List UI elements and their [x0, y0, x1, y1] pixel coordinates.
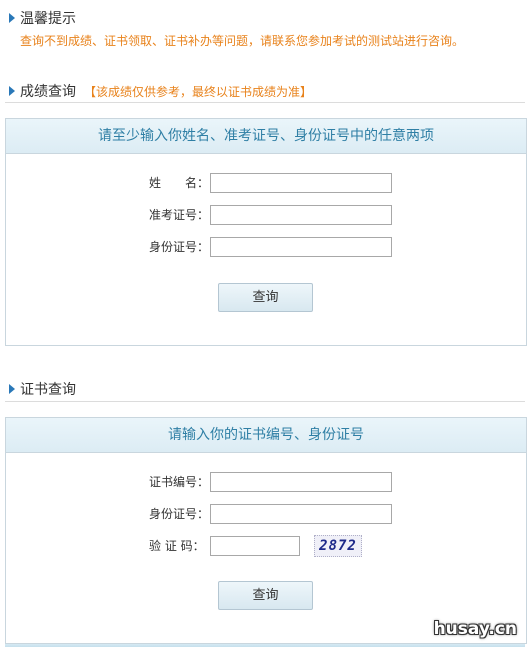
- name-row: 姓 名：: [6, 172, 526, 194]
- triangle-icon: [9, 384, 15, 394]
- name-input[interactable]: [210, 173, 392, 193]
- cert-panel-title: 请输入你的证书编号、身份证号: [6, 418, 526, 453]
- cert-id-label: 身份证号：: [149, 507, 210, 521]
- cert-header: 证书查询: [9, 379, 76, 399]
- score-note: 【该成绩仅供参考，最终以证书成绩为准】: [84, 84, 313, 99]
- score-header: 成绩查询 【该成绩仅供参考，最终以证书成绩为准】: [9, 81, 312, 101]
- captcha-input[interactable]: [210, 536, 300, 556]
- score-panel: 请至少输入你姓名、准考证号、身份证号中的任意两项 姓 名： 准考证号： 身份证号…: [5, 118, 527, 346]
- tip-header: 温馨提示: [9, 8, 76, 28]
- cert-title: 证书查询: [20, 382, 76, 398]
- cert-id-row: 身份证号：: [6, 503, 526, 525]
- cert-id-input[interactable]: [210, 504, 392, 524]
- cert-number-input[interactable]: [210, 472, 392, 492]
- id-label: 身份证号：: [149, 240, 210, 254]
- cert-query-button[interactable]: 查询: [218, 581, 313, 610]
- score-title: 成绩查询: [20, 84, 76, 100]
- triangle-icon: [9, 13, 15, 23]
- cert-number-row: 证书编号：: [6, 471, 526, 493]
- cert-panel: 请输入你的证书编号、身份证号 证书编号： 身份证号： 验 证 码： 2872 查…: [5, 417, 527, 644]
- captcha-label: 验 证 码：: [149, 539, 205, 553]
- captcha-row: 验 证 码： 2872: [6, 535, 526, 557]
- id-number-input[interactable]: [210, 237, 392, 257]
- divider: [5, 401, 525, 402]
- captcha-image[interactable]: 2872: [314, 535, 362, 557]
- id-row: 身份证号：: [6, 236, 526, 258]
- watermark: husay.cn: [433, 619, 517, 639]
- ticket-label: 准考证号：: [149, 208, 210, 222]
- score-panel-title: 请至少输入你姓名、准考证号、身份证号中的任意两项: [6, 119, 526, 154]
- name-label: 姓 名：: [149, 176, 210, 190]
- tip-text: 查询不到成绩、证书领取、证书补办等问题，请联系您参加考试的测试站进行咨询。: [20, 34, 465, 48]
- triangle-icon: [9, 86, 15, 96]
- divider: [5, 102, 525, 103]
- ticket-row: 准考证号：: [6, 204, 526, 226]
- ticket-number-input[interactable]: [210, 205, 392, 225]
- tip-title: 温馨提示: [20, 11, 76, 27]
- cert-number-label: 证书编号：: [149, 475, 210, 489]
- score-query-button[interactable]: 查询: [218, 283, 313, 312]
